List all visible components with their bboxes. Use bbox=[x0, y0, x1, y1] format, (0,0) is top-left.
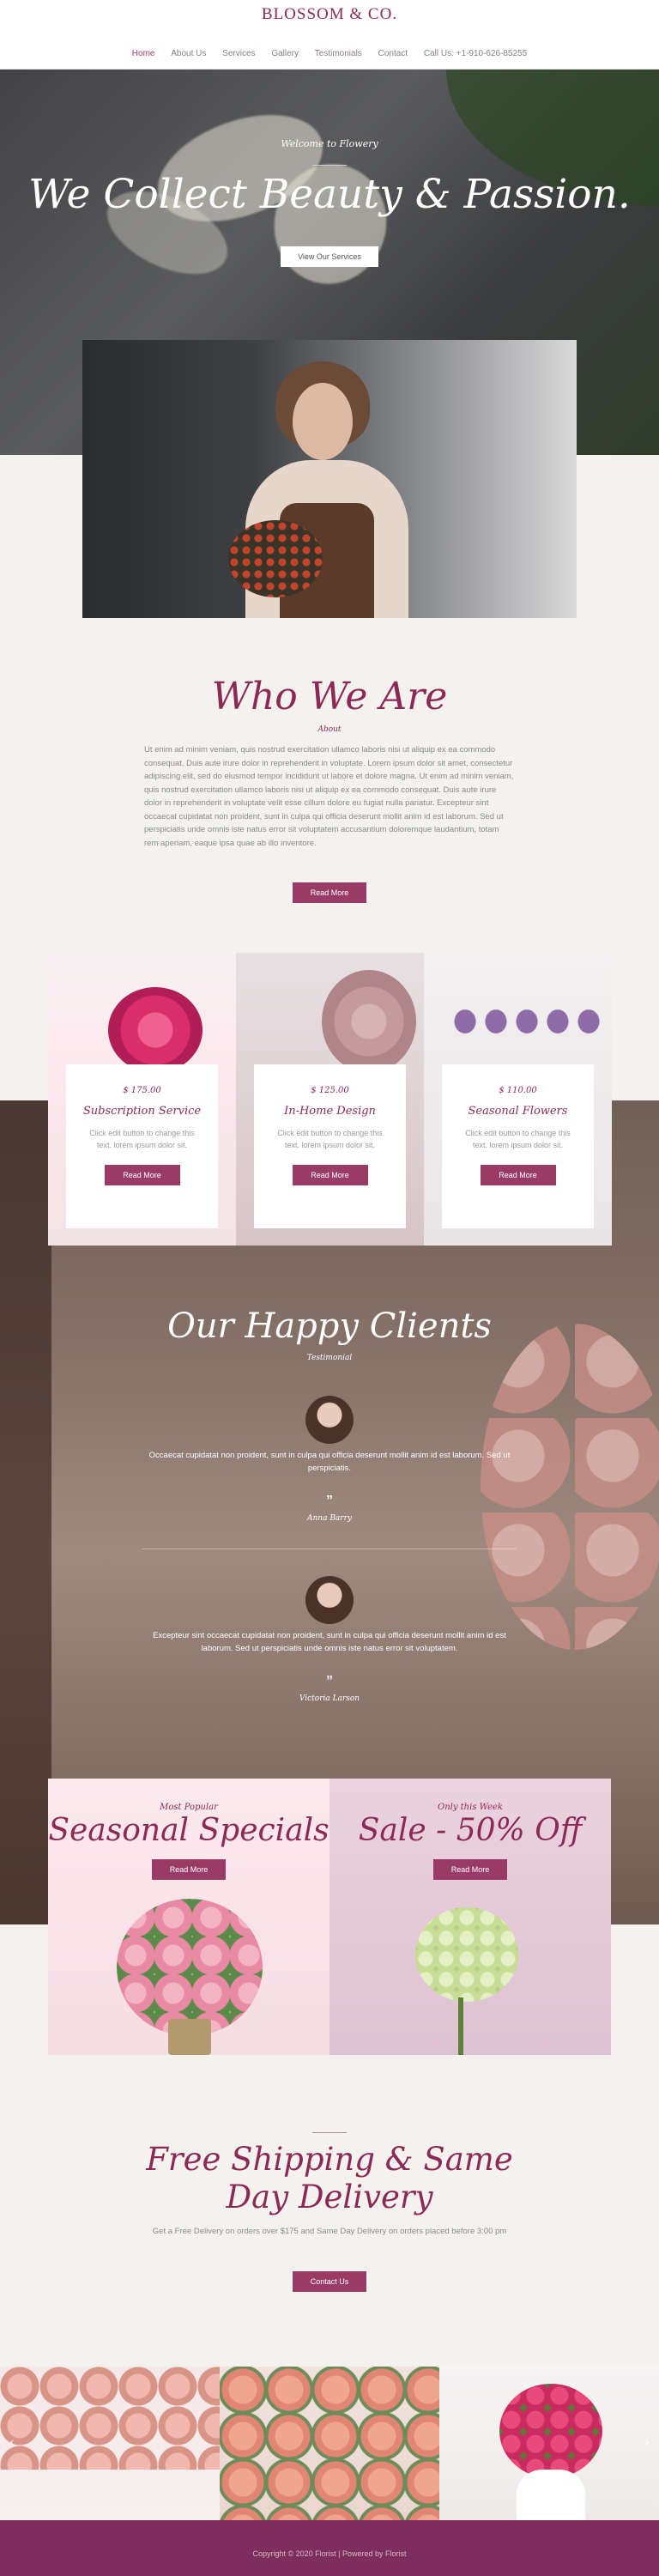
gallery-next-arrow[interactable]: › bbox=[638, 2434, 656, 2448]
copyright-text: Copyright © 2020 Florist | Powered by Fl… bbox=[252, 2549, 407, 2558]
promo-title: Sale - 50% Off bbox=[358, 1813, 583, 1848]
shipping-title: Free Shipping & Same Day Delivery bbox=[146, 2141, 513, 2215]
vase-image bbox=[168, 2019, 211, 2055]
site-footer: Copyright © 2020 Florist | Powered by Fl… bbox=[0, 2520, 659, 2576]
service-card: $ 125.00 In-Home Design Click edit butto… bbox=[254, 1064, 406, 1228]
peony-cluster bbox=[220, 2367, 439, 2520]
nav-gallery[interactable]: Gallery bbox=[271, 49, 299, 58]
contact-us-button[interactable]: Contact Us bbox=[293, 2271, 366, 2292]
gallery-image-roses bbox=[0, 2367, 220, 2520]
shipping-text: Get a Free Delivery on orders over $175 … bbox=[152, 2227, 507, 2236]
service-read-more-button[interactable]: Read More bbox=[292, 1165, 368, 1185]
nav-call[interactable]: Call Us: +1-910-626-85255 bbox=[424, 49, 527, 58]
gallery-image-peonies bbox=[220, 2367, 439, 2520]
nav-testimonials[interactable]: Testimonials bbox=[315, 49, 362, 58]
gallery-prev-arrow[interactable]: ‹ bbox=[3, 2434, 21, 2448]
nav-contact[interactable]: Contact bbox=[378, 49, 408, 58]
rose-flower bbox=[108, 987, 203, 1073]
service-card: $ 110.00 Seasonal Flowers Click edit but… bbox=[442, 1064, 594, 1228]
promo-read-more-button[interactable]: Read More bbox=[433, 1859, 507, 1880]
rose-cluster bbox=[0, 2367, 220, 2470]
promo-kicker: Most Popular bbox=[160, 1803, 218, 1812]
divider bbox=[312, 165, 347, 166]
roses-image bbox=[481, 1324, 659, 1650]
quote-icon: ” bbox=[326, 1674, 333, 1688]
promo-sale: Only this Week Sale - 50% Off Read More bbox=[330, 1779, 611, 2055]
promo-title: Seasonal Specials bbox=[48, 1813, 330, 1848]
service-price: $ 125.00 bbox=[311, 1086, 349, 1095]
service-name: Seasonal Flowers bbox=[468, 1105, 568, 1118]
about-subtitle: About bbox=[317, 725, 342, 734]
stem-image bbox=[458, 1997, 463, 2055]
service-text: Click edit button to change this text. l… bbox=[465, 1129, 571, 1149]
hydrangea-image bbox=[415, 1907, 518, 2002]
florist-photo bbox=[82, 340, 577, 618]
about-read-more-button[interactable]: Read More bbox=[293, 882, 366, 903]
promo-seasonal: Most Popular Seasonal Specials Read More bbox=[48, 1779, 330, 2055]
page: BLOSSOM & CO. Home About Us Services Gal… bbox=[0, 0, 659, 2576]
nav-services[interactable]: Services bbox=[222, 49, 255, 58]
service-card: $ 175.00 Subscription Service Click edit… bbox=[66, 1064, 218, 1228]
tulip-flowers bbox=[450, 1004, 604, 1039]
promo-kicker: Only this Week bbox=[438, 1803, 503, 1812]
quote-icon: ” bbox=[326, 1494, 333, 1508]
bg-shadow bbox=[0, 1100, 51, 1924]
bouquet-flowers bbox=[499, 2384, 602, 2478]
client-name: Victoria Larson bbox=[299, 1694, 360, 1703]
testimonial-quote: Excepteur sint occaecat cupidatat non pr… bbox=[153, 1631, 506, 1653]
service-price: $ 175.00 bbox=[123, 1086, 161, 1095]
service-read-more-button[interactable]: Read More bbox=[480, 1165, 556, 1185]
service-read-more-button[interactable]: Read More bbox=[104, 1165, 180, 1185]
service-text: Click edit button to change this text. l… bbox=[89, 1129, 195, 1149]
site-header: BLOSSOM & CO. Home About Us Services Gal… bbox=[0, 0, 659, 70]
testimonials-subtitle: Testimonial bbox=[306, 1354, 353, 1362]
service-name: Subscription Service bbox=[82, 1105, 202, 1118]
service-price: $ 110.00 bbox=[499, 1086, 537, 1095]
view-services-button[interactable]: View Our Services bbox=[281, 246, 378, 267]
dress-shape bbox=[517, 2470, 585, 2520]
about-body: Ut enim ad minim veniam, quis nostrud ex… bbox=[144, 745, 514, 848]
dahlia-flower bbox=[322, 970, 416, 1073]
photo-bouquet bbox=[228, 520, 323, 597]
gallery-image-bouquet bbox=[439, 2367, 659, 2520]
hero-welcome: Welcome to Flowery bbox=[281, 138, 378, 149]
client-avatar bbox=[305, 1576, 354, 1624]
client-name: Anna Barry bbox=[307, 1514, 352, 1523]
main-nav: Home About Us Services Gallery Testimoni… bbox=[0, 49, 659, 58]
service-text: Click edit button to change this text. l… bbox=[277, 1129, 383, 1149]
brand-logo[interactable]: BLOSSOM & CO. bbox=[0, 5, 659, 24]
nav-about[interactable]: About Us bbox=[171, 49, 206, 58]
client-avatar bbox=[305, 1396, 354, 1444]
photo-face bbox=[293, 383, 353, 460]
testimonial-quote: Occaecat cupidatat non proident, sunt in… bbox=[148, 1451, 511, 1473]
testimonials-title: Our Happy Clients bbox=[167, 1306, 492, 1346]
bouquet-image bbox=[117, 1899, 263, 2036]
divider bbox=[312, 2132, 347, 2133]
about-title: Who We Are bbox=[211, 675, 448, 718]
nav-home[interactable]: Home bbox=[132, 49, 155, 58]
promo-read-more-button[interactable]: Read More bbox=[152, 1859, 226, 1880]
service-name: In-Home Design bbox=[284, 1105, 376, 1118]
hero-title: We Collect Beauty & Passion. bbox=[28, 171, 631, 218]
